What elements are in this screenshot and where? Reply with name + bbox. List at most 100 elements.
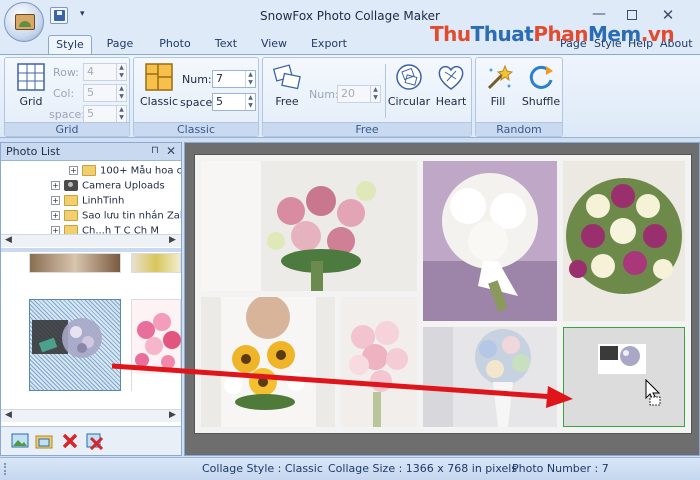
- folder-icon: [64, 195, 78, 206]
- splitter[interactable]: [1, 248, 181, 252]
- free-button-label: Free: [275, 95, 299, 108]
- tree-item[interactable]: + Sao lưu tin nhắn Zalo: [51, 210, 181, 225]
- remove-all-button[interactable]: [85, 432, 104, 451]
- collage-cell[interactable]: [563, 161, 685, 321]
- pin-icon[interactable]: ⊓: [151, 145, 159, 156]
- heart-button-label: Heart: [435, 95, 467, 108]
- stepper-arrows-icon: ▲ ▼: [245, 94, 255, 110]
- panel-close-button[interactable]: ✕: [166, 144, 176, 158]
- classic-group: Classic Num: 7 ▲ ▼ space: 5 ▲ ▼ Classic: [133, 57, 259, 137]
- watermark-part: Phan: [533, 22, 588, 46]
- tab-style[interactable]: Style: [48, 35, 92, 55]
- heart-button[interactable]: Heart: [433, 62, 469, 108]
- watermark-part: Thuat: [470, 22, 534, 46]
- scroll-right-icon[interactable]: ▶: [169, 235, 176, 245]
- tree-item[interactable]: + Camera Uploads: [51, 180, 165, 195]
- col-stepper[interactable]: 5 ▲ ▼: [83, 84, 127, 102]
- row-stepper[interactable]: 4 ▲ ▼: [83, 63, 127, 81]
- stepper-arrows-icon: ▲ ▼: [245, 71, 255, 87]
- classic-num-stepper[interactable]: 7 ▲ ▼: [212, 70, 256, 88]
- free-num-stepper[interactable]: 20 ▲ ▼: [337, 85, 381, 103]
- expand-icon[interactable]: +: [51, 226, 60, 234]
- tab-export[interactable]: Export: [305, 35, 353, 55]
- tree-item[interactable]: + Ch...h T C Ch M: [51, 225, 159, 234]
- group-divider: [385, 64, 386, 118]
- expand-icon[interactable]: +: [51, 211, 60, 220]
- free-num-label: Num:: [309, 88, 339, 101]
- classic-group-label: Classic: [134, 122, 258, 136]
- collage-cell[interactable]: [201, 297, 335, 427]
- grid-button[interactable]: Grid: [11, 62, 51, 108]
- collage-cell[interactable]: [201, 161, 417, 291]
- circular-layout-icon: [394, 62, 424, 92]
- add-folder-button[interactable]: [35, 432, 53, 450]
- magic-wand-icon: [483, 62, 514, 92]
- tab-view[interactable]: View: [255, 35, 293, 55]
- tree-scrollbar[interactable]: ◀ ▶: [1, 234, 181, 247]
- folder-icon: [82, 165, 96, 176]
- collage-workspace[interactable]: [184, 142, 700, 456]
- photo-list-title: Photo List: [6, 145, 61, 158]
- scroll-left-icon[interactable]: ◀: [5, 235, 12, 245]
- app-menu-button[interactable]: [4, 2, 44, 42]
- folder-icon: [64, 210, 78, 221]
- stepper-arrows-icon: ▲ ▼: [116, 64, 126, 80]
- collage-cell[interactable]: [341, 297, 417, 427]
- tab-page[interactable]: Page: [100, 35, 140, 55]
- col-value: 5: [87, 86, 94, 99]
- add-photo-icon: [11, 433, 29, 448]
- folder-icon: [64, 225, 78, 234]
- fill-button[interactable]: Fill: [478, 62, 518, 108]
- expand-icon[interactable]: +: [51, 181, 60, 190]
- tree-item[interactable]: +100+ Mẫu hoa c: [69, 165, 181, 180]
- tab-photo[interactable]: Photo: [153, 35, 197, 55]
- thumbnail-scrollbar[interactable]: ◀ ▶: [1, 409, 181, 422]
- grid-group: Grid Row: 4 ▲ ▼ Col: 5 ▲ ▼ space: 5 ▲ ▼ Grid: [4, 57, 130, 137]
- scroll-right-icon[interactable]: ▶: [169, 410, 176, 420]
- random-group-label: Random: [476, 122, 562, 136]
- photo-thumbnail[interactable]: [29, 253, 121, 273]
- photo-thumbnail-selected[interactable]: [29, 299, 121, 391]
- photo-thumbnails[interactable]: [1, 253, 181, 423]
- collage-canvas[interactable]: [195, 155, 691, 433]
- stepper-arrows-icon: ▲ ▼: [370, 86, 380, 102]
- classic-space-stepper[interactable]: 5 ▲ ▼: [212, 93, 256, 111]
- camera-icon: [64, 180, 78, 191]
- circular-button[interactable]: Circular: [387, 62, 431, 108]
- tree-item[interactable]: + LinhTinh: [51, 195, 124, 210]
- classic-button[interactable]: Classic: [138, 62, 180, 108]
- classic-button-label: Classic: [139, 95, 179, 108]
- stepper-arrows-icon: ▲ ▼: [116, 106, 126, 122]
- delete-icon: [62, 433, 78, 449]
- photo-thumbnail[interactable]: [131, 253, 181, 273]
- photo-thumbnail[interactable]: [131, 299, 181, 392]
- status-collage-size: Collage Size : 1366 x 768 in pixels: [328, 462, 518, 475]
- watermark-part: .vn: [640, 22, 675, 46]
- tab-text[interactable]: Text: [208, 35, 244, 55]
- shuffle-button[interactable]: Shuffle: [520, 62, 562, 108]
- remove-photo-button[interactable]: [61, 432, 79, 450]
- free-button[interactable]: Free: [267, 62, 307, 108]
- grid-group-label: Grid: [5, 122, 129, 136]
- folder-tree[interactable]: +100+ Mẫu hoa c + Camera Uploads + LinhTin…: [1, 162, 181, 234]
- photo-list-header: Photo List ⊓ ✕: [1, 143, 181, 161]
- expand-icon[interactable]: +: [69, 166, 78, 175]
- collage-cell[interactable]: [423, 161, 557, 321]
- tree-item-label: Sao lưu tin nhắn Zalo: [82, 210, 181, 222]
- status-bar: Collage Style : Classic Collage Size : 1…: [0, 457, 700, 480]
- add-photo-button[interactable]: [11, 432, 29, 450]
- grid-space-stepper[interactable]: 5 ▲ ▼: [83, 105, 127, 123]
- photo-list-panel: Photo List ⊓ ✕ +100+ Mẫu hoa c + Camera U…: [0, 142, 182, 456]
- tree-item-label: Ch...h T C Ch M: [82, 225, 159, 235]
- expand-icon[interactable]: +: [51, 196, 60, 205]
- free-layout-icon: [272, 62, 302, 92]
- free-num-value: 20: [341, 87, 355, 100]
- collage-cell[interactable]: [423, 327, 557, 427]
- collage-cell-drop-target[interactable]: [563, 327, 685, 427]
- photo-list-toolbar: [1, 426, 181, 455]
- scroll-left-icon[interactable]: ◀: [5, 410, 12, 420]
- classic-num-label: Num:: [182, 73, 212, 86]
- free-group: Free Num: 20 ▲ ▼ Circular Heart Free: [262, 57, 472, 137]
- watermark-part: Mem: [587, 22, 641, 46]
- status-photo-number: Photo Number : 7: [512, 462, 609, 475]
